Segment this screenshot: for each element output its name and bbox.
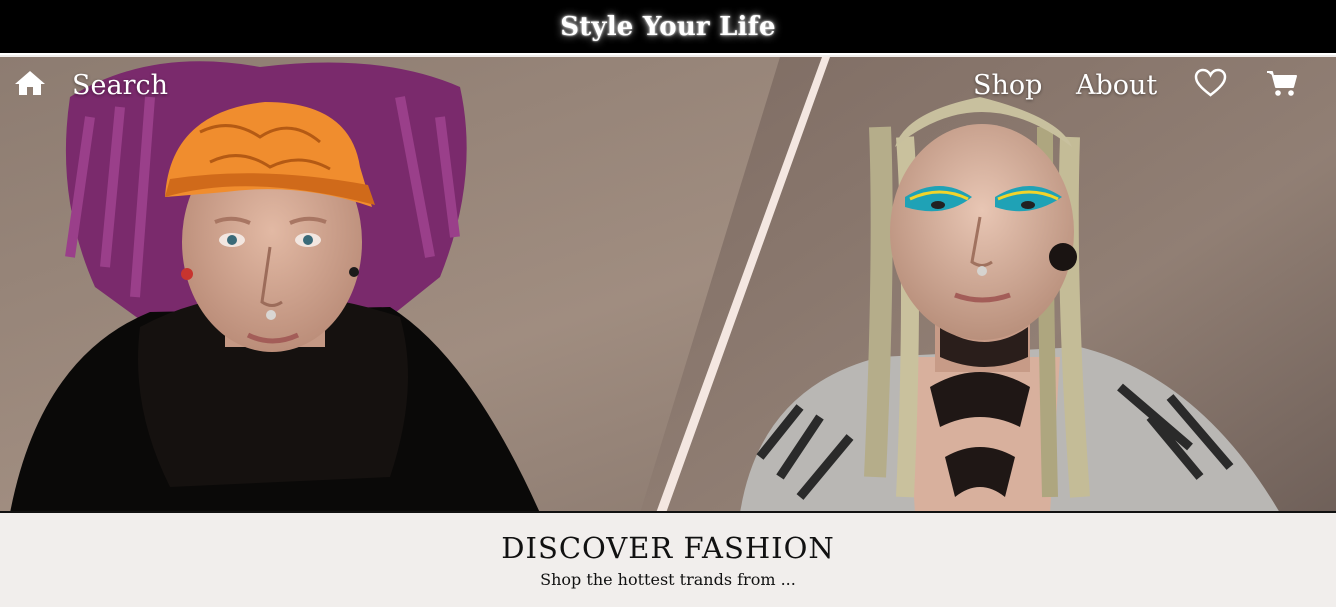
promo-subtitle: Shop the hottest trands from ... [540, 570, 796, 589]
top-banner: Style Your Life [0, 0, 1336, 55]
home-icon[interactable] [14, 70, 46, 100]
cart-icon[interactable] [1266, 69, 1298, 101]
heart-icon[interactable] [1194, 68, 1227, 102]
site-title[interactable]: Style Your Life [560, 12, 776, 42]
hero-image [0, 57, 1336, 511]
promo-title: DISCOVER FASHION [501, 531, 835, 565]
hero-carousel[interactable] [0, 57, 1336, 513]
nav-about[interactable]: About [1076, 70, 1157, 101]
nav-search[interactable]: Search [72, 70, 168, 101]
main-nav: Search Shop About [0, 57, 1336, 119]
promo-section: DISCOVER FASHION Shop the hottest trands… [0, 515, 1336, 607]
nav-shop[interactable]: Shop [973, 70, 1042, 101]
